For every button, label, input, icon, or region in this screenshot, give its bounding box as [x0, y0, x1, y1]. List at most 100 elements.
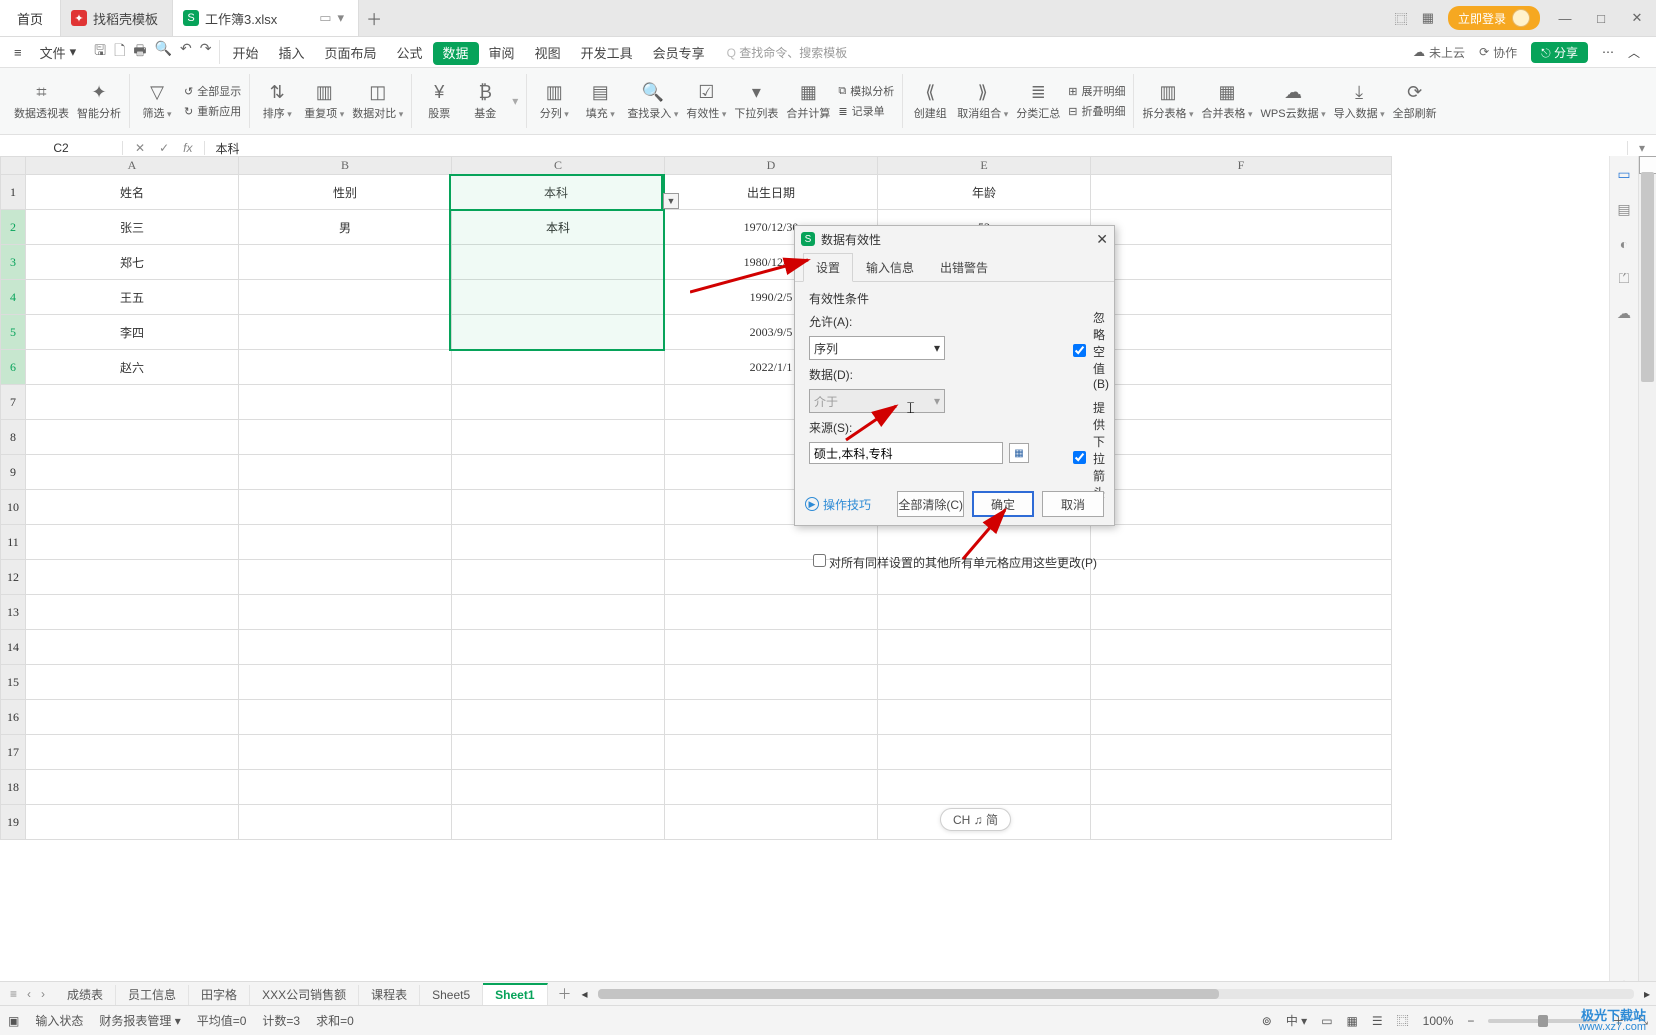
- collapse-detail-button[interactable]: ⊟ 折叠明细: [1068, 103, 1125, 119]
- ok-button[interactable]: 确定: [972, 491, 1034, 517]
- cell-C8[interactable]: [452, 420, 665, 455]
- duplicates-button[interactable]: ▥重复项: [304, 82, 344, 121]
- menu-list-icon[interactable]: ≡: [6, 41, 30, 64]
- dialog-tab-settings[interactable]: 设置: [803, 253, 853, 282]
- cell-A18[interactable]: [26, 770, 239, 805]
- cell-E14[interactable]: [878, 630, 1091, 665]
- cell-E18[interactable]: [878, 770, 1091, 805]
- dropdown-list-button[interactable]: ▾下拉列表: [734, 82, 778, 121]
- cell-F6[interactable]: [1091, 350, 1392, 385]
- rail-select-icon[interactable]: ▭: [1617, 166, 1630, 183]
- tab-menu-icon[interactable]: ▭: [319, 10, 331, 26]
- cell-F10[interactable]: [1091, 490, 1392, 525]
- sheet-tab-成绩表[interactable]: 成绩表: [55, 985, 116, 1005]
- consolidate-button[interactable]: ▦合并计算: [786, 82, 830, 121]
- menu-开始[interactable]: 开始: [222, 42, 268, 65]
- tab-home[interactable]: 首页: [0, 0, 61, 36]
- cell-B11[interactable]: [239, 525, 452, 560]
- clear-all-button[interactable]: 全部清除(C): [897, 491, 964, 517]
- cell-E17[interactable]: [878, 735, 1091, 770]
- fill-button[interactable]: ▤填充: [581, 82, 619, 121]
- filter-button[interactable]: ▽筛选: [138, 82, 176, 121]
- cell-A4[interactable]: 王五: [26, 280, 239, 315]
- sheet-tab-Sheet5[interactable]: Sheet5: [420, 985, 483, 1005]
- rail-style-icon[interactable]: ▤: [1617, 201, 1630, 218]
- menu-视图[interactable]: 视图: [525, 42, 571, 65]
- formula-input[interactable]: 本科: [205, 140, 1627, 157]
- cell-B12[interactable]: [239, 560, 452, 595]
- cell-B17[interactable]: [239, 735, 452, 770]
- cell-D17[interactable]: [665, 735, 878, 770]
- view-page-icon[interactable]: ☰: [1372, 1014, 1383, 1028]
- cell-A5[interactable]: 李四: [26, 315, 239, 350]
- cell-F1[interactable]: [1091, 175, 1392, 210]
- row-header-12[interactable]: 12: [1, 560, 26, 595]
- cell-E1[interactable]: 年龄: [878, 175, 1091, 210]
- find-entry-button[interactable]: 🔍查找录入: [627, 82, 678, 121]
- cell-B8[interactable]: [239, 420, 452, 455]
- zoom-knob[interactable]: [1538, 1015, 1548, 1027]
- row-header-17[interactable]: 17: [1, 735, 26, 770]
- collapse-ribbon-icon[interactable]: ︿: [1628, 44, 1640, 61]
- hscroll-left-icon[interactable]: ◂: [582, 987, 588, 1001]
- sheet-tab-员工信息[interactable]: 员工信息: [116, 985, 189, 1005]
- lang-icon[interactable]: 中 ▾: [1286, 1012, 1307, 1029]
- menu-公式[interactable]: 公式: [387, 42, 433, 65]
- sheet-tab-XXX公司销售额[interactable]: XXX公司销售额: [250, 985, 359, 1005]
- cell-C4[interactable]: [452, 280, 665, 315]
- view-reading-icon[interactable]: ⿴: [1397, 1012, 1409, 1029]
- cell-C10[interactable]: [452, 490, 665, 525]
- cell-C12[interactable]: [452, 560, 665, 595]
- row-header-18[interactable]: 18: [1, 770, 26, 805]
- menu-插入[interactable]: 插入: [268, 42, 314, 65]
- cell-C9[interactable]: [452, 455, 665, 490]
- cell-C13[interactable]: [452, 595, 665, 630]
- status-mgr[interactable]: 财务报表管理 ▾: [99, 1012, 180, 1029]
- cell-F5[interactable]: [1091, 315, 1392, 350]
- sheet-tab-田字格[interactable]: 田字格: [189, 985, 250, 1005]
- dialog-tab-error[interactable]: 出错警告: [927, 253, 1001, 282]
- dialog-close-icon[interactable]: ✕: [1096, 231, 1108, 248]
- cancel-fx-icon[interactable]: ✕: [135, 141, 145, 155]
- cell-D13[interactable]: [665, 595, 878, 630]
- cell-F19[interactable]: [1091, 805, 1392, 840]
- expand-datatypes-icon[interactable]: ▾: [512, 74, 518, 128]
- col-header-F[interactable]: F: [1091, 157, 1392, 175]
- funds-button[interactable]: ₿基金: [466, 82, 504, 121]
- refresh-all-button[interactable]: ⟳全部刷新: [1393, 82, 1437, 121]
- login-button[interactable]: 立即登录: [1448, 6, 1540, 30]
- row-header-5[interactable]: 5: [1, 315, 26, 350]
- cell-A7[interactable]: [26, 385, 239, 420]
- zoom-value[interactable]: 100%: [1423, 1014, 1454, 1028]
- expand-fx-icon[interactable]: ▾: [1627, 141, 1656, 155]
- cell-B5[interactable]: [239, 315, 452, 350]
- zoom-slider[interactable]: [1488, 1019, 1598, 1023]
- stocks-button[interactable]: ¥股票: [420, 82, 458, 121]
- cell-B3[interactable]: [239, 245, 452, 280]
- sheet-next-icon[interactable]: ›: [41, 987, 45, 1001]
- cell-F15[interactable]: [1091, 665, 1392, 700]
- rail-chart-icon[interactable]: ◐: [1620, 236, 1628, 252]
- cell-B14[interactable]: [239, 630, 452, 665]
- cell-dropdown-icon[interactable]: ▼: [663, 193, 679, 209]
- cell-F8[interactable]: [1091, 420, 1392, 455]
- group-button[interactable]: ⟪创建组: [911, 82, 949, 121]
- source-input[interactable]: [809, 442, 1003, 464]
- cell-C11[interactable]: [452, 525, 665, 560]
- tips-icon[interactable]: ⊚: [1262, 1014, 1272, 1028]
- ungroup-button[interactable]: ⟫取消组合: [957, 82, 1008, 121]
- apply-all-checkbox[interactable]: 对所有同样设置的其他所有单元格应用这些更改(P): [809, 551, 1097, 571]
- col-header-C[interactable]: C: [452, 157, 665, 175]
- menu-页面布局[interactable]: 页面布局: [315, 42, 387, 65]
- select-all-corner[interactable]: [1, 157, 26, 175]
- cell-B15[interactable]: [239, 665, 452, 700]
- reapply-button[interactable]: ↻ 重新应用: [184, 103, 241, 119]
- cell-B6[interactable]: [239, 350, 452, 385]
- cell-C7[interactable]: [452, 385, 665, 420]
- sheet-tab-Sheet1[interactable]: Sheet1: [483, 983, 547, 1005]
- ignore-blank-checkbox[interactable]: 忽略空值(B): [1069, 309, 1109, 391]
- cell-B4[interactable]: [239, 280, 452, 315]
- cell-A8[interactable]: [26, 420, 239, 455]
- cell-E16[interactable]: [878, 700, 1091, 735]
- cell-F4[interactable]: [1091, 280, 1392, 315]
